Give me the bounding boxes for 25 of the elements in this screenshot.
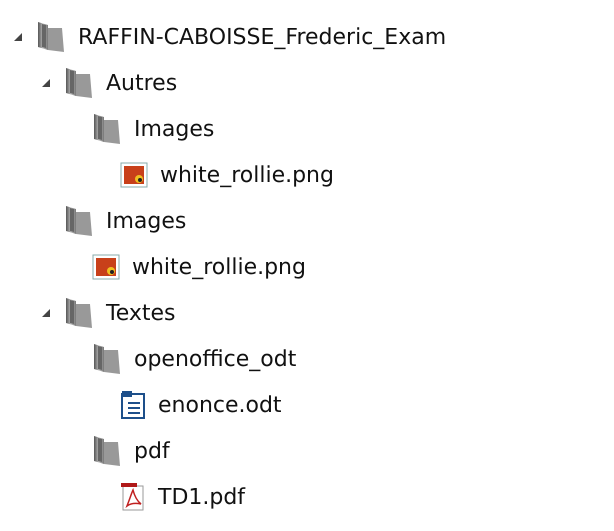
document-icon — [120, 390, 146, 420]
expanded-arrow-icon[interactable] — [41, 308, 51, 318]
tree-item-label[interactable]: Autres — [106, 70, 178, 96]
expanded-arrow-icon[interactable] — [41, 78, 51, 88]
tree-item-label[interactable]: RAFFIN-CABOISSE_Frederic_Exam — [78, 24, 446, 50]
expanded-arrow-icon[interactable] — [13, 32, 23, 42]
folder-icon — [64, 296, 94, 330]
tree-item-label[interactable]: Images — [106, 208, 186, 234]
folder-icon — [92, 112, 122, 146]
tree-item-label[interactable]: enonce.odt — [158, 392, 282, 418]
folder-icon — [64, 66, 94, 100]
image-file-icon — [92, 254, 120, 280]
tree-item-label[interactable]: Images — [134, 116, 214, 142]
tree-item-label[interactable]: pdf — [134, 438, 170, 464]
folder-icon — [92, 342, 122, 376]
image-file-icon — [120, 162, 148, 188]
tree-item-label[interactable]: Textes — [106, 300, 176, 326]
tree-item-label[interactable]: TD1.pdf — [158, 484, 246, 510]
pdf-file-icon — [120, 482, 146, 512]
tree-item-label[interactable]: white_rollie.png — [160, 162, 334, 188]
folder-icon — [64, 204, 94, 238]
tree-item-label[interactable]: openoffice_odt — [134, 346, 296, 372]
tree-item-label[interactable]: white_rollie.png — [132, 254, 306, 280]
folder-icon — [92, 434, 122, 468]
folder-icon — [36, 20, 66, 54]
